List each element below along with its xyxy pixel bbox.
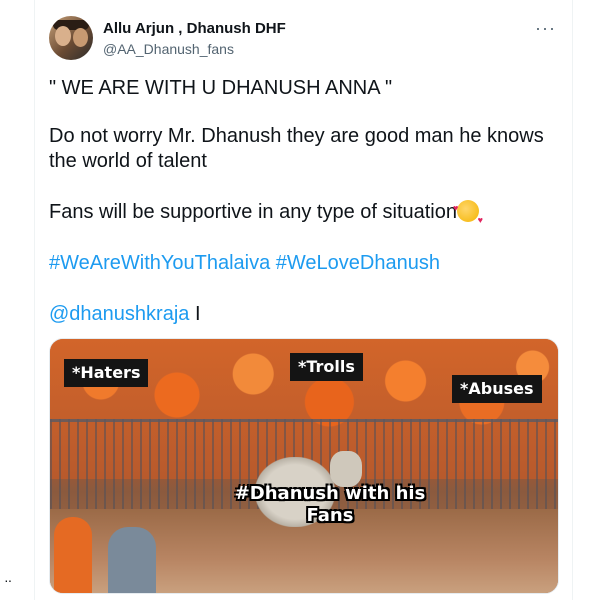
meme-caption: #Dhanush with his Fans xyxy=(234,483,426,526)
avatar-face xyxy=(55,26,71,46)
bull-head-figure xyxy=(330,451,362,487)
author-handle[interactable]: @AA_Dhanush_fans xyxy=(103,41,234,57)
tweet-text-line: Fans will be supportive in any type of s… xyxy=(49,196,559,233)
person-figure xyxy=(54,517,92,593)
mention-link[interactable]: @dhanushkraja xyxy=(49,303,189,325)
tweet-text-line: " WE ARE WITH U DHANUSH ANNA " xyxy=(49,77,393,99)
left-rail: ·· xyxy=(0,0,34,600)
mention-row: @dhanushkraja I xyxy=(49,302,559,327)
more-dots-icon[interactable]: ·· xyxy=(4,572,12,588)
meme-label-trolls: *Trolls xyxy=(290,353,363,381)
hashtag-link[interactable]: #WeLoveDhanush xyxy=(276,252,440,274)
more-options-icon[interactable]: ··· xyxy=(535,18,556,39)
person-figure xyxy=(108,527,156,593)
avatar-face xyxy=(73,28,88,47)
tweet-text-span: Fans will be supportive in any type of s… xyxy=(49,201,457,223)
hashtag-row: #WeAreWithYouThalaiva #WeLoveDhanush xyxy=(49,251,559,276)
meme-label-abuses: *Abuses xyxy=(452,375,542,403)
smiling-face-with-hearts-icon xyxy=(453,196,483,233)
author-name[interactable]: Allu Arjun , Dhanush DHF xyxy=(103,20,286,37)
tweet-media-image[interactable]: *Haters *Trolls *Abuses #Dhanush with hi… xyxy=(49,338,559,594)
hashtag-link[interactable]: #WeAreWithYouThalaiva xyxy=(49,252,270,274)
avatar[interactable] xyxy=(49,16,93,60)
tweet-text-line: Do not worry Mr. Dhanush they are good m… xyxy=(49,125,544,172)
mention-suffix: I xyxy=(189,303,201,325)
tweet-card[interactable]: Allu Arjun , Dhanush DHF @AA_Dhanush_fan… xyxy=(34,0,573,600)
meme-label-haters: *Haters xyxy=(64,359,149,387)
